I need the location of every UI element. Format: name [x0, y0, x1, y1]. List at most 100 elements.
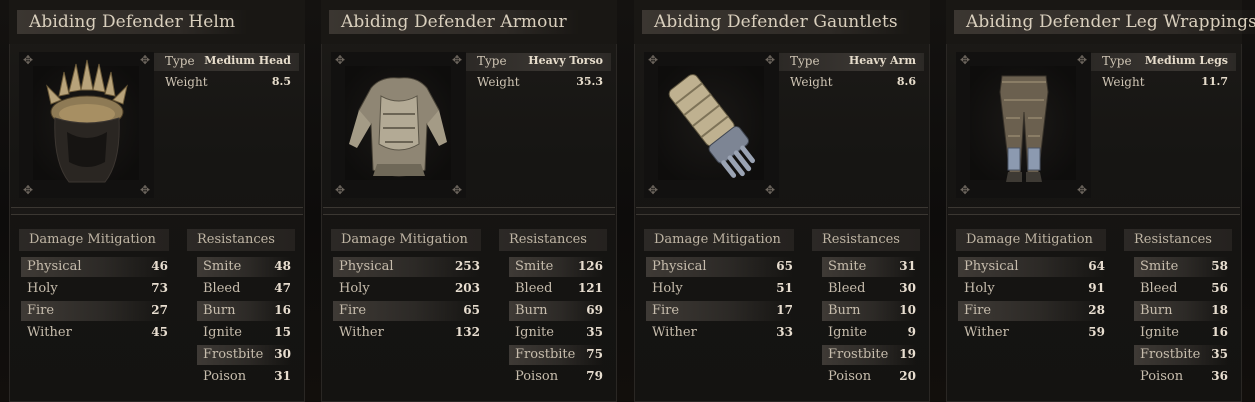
stat-label: Fire	[964, 303, 992, 318]
item-card-helm[interactable]: Abiding Defender Helm ✥ ✥ ✥ ✥ Type Mediu…	[9, 0, 305, 402]
stat-value: 36	[1211, 369, 1228, 383]
damage-mitigation-label: Damage Mitigation	[966, 232, 1093, 247]
weight-row: Weight 8.5	[154, 74, 299, 92]
stat-label: Wither	[652, 325, 697, 340]
stat-label: Ignite	[203, 325, 242, 340]
type-label: Type	[790, 54, 820, 68]
stat-label: Poison	[203, 369, 247, 384]
weight-label: Weight	[165, 75, 208, 89]
type-value: Medium Head	[204, 54, 291, 67]
stat-value: 30	[274, 347, 291, 361]
stat-label: Holy	[652, 281, 683, 296]
stat-value: 45	[151, 325, 168, 339]
resistance-ignite: Ignite 35	[509, 323, 603, 343]
type-row: Type Medium Head	[154, 53, 299, 71]
resistances-header: Resistances	[812, 229, 920, 251]
stat-label: Frostbite	[515, 347, 576, 362]
stat-value: 64	[1088, 259, 1105, 273]
stat-value: 19	[899, 347, 916, 361]
stat-label: Fire	[339, 303, 367, 318]
stat-value: 126	[577, 259, 603, 273]
type-label: Type	[1102, 54, 1132, 68]
stat-value: 75	[586, 347, 603, 361]
resistance-burn: Burn 16	[197, 301, 291, 321]
stat-value: 16	[1211, 325, 1228, 339]
damage-mitigation-header: Damage Mitigation	[644, 229, 794, 251]
stat-value: 65	[776, 259, 793, 273]
stat-value: 31	[274, 369, 291, 383]
item-comparison-panel: Abiding Defender Helm ✥ ✥ ✥ ✥ Type Mediu…	[0, 0, 1255, 402]
weight-value: 8.5	[271, 75, 291, 88]
resistance-ignite: Ignite 9	[822, 323, 916, 343]
mitigation-wither: Wither 132	[333, 323, 480, 343]
type-value: Medium Legs	[1144, 54, 1228, 67]
resistance-smite: Smite 58	[1134, 257, 1228, 277]
stat-label: Poison	[828, 369, 872, 384]
stat-value: 10	[899, 303, 916, 317]
resistance-poison: Poison 36	[1134, 367, 1228, 387]
resistance-burn: Burn 10	[822, 301, 916, 321]
type-label: Type	[477, 54, 507, 68]
stat-value: 132	[454, 325, 480, 339]
weight-row: Weight 8.6	[779, 74, 924, 92]
stat-value: 46	[151, 259, 168, 273]
resistance-smite: Smite 126	[509, 257, 603, 277]
stat-label: Frostbite	[828, 347, 889, 362]
leg-wrappings-icon	[999, 75, 1049, 182]
stat-value: 33	[776, 325, 793, 339]
stat-value: 47	[274, 281, 291, 295]
type-value: Heavy Torso	[528, 54, 603, 67]
resistances-header: Resistances	[1124, 229, 1232, 251]
resistance-poison: Poison 79	[509, 367, 603, 387]
stat-label: Physical	[964, 259, 1019, 274]
item-portrait: ✥ ✥ ✥ ✥	[644, 52, 779, 198]
resistance-bleed: Bleed 47	[197, 279, 291, 299]
resistance-frostbite: Frostbite 30	[197, 345, 291, 365]
type-label: Type	[165, 54, 195, 68]
mitigation-fire: Fire 17	[646, 301, 793, 321]
stat-value: 56	[1211, 281, 1228, 295]
stat-value: 59	[1088, 325, 1105, 339]
resistance-ignite: Ignite 15	[197, 323, 291, 343]
stat-value: 16	[274, 303, 291, 317]
stat-label: Burn	[203, 303, 236, 318]
stat-label: Wither	[27, 325, 72, 340]
resistances-label: Resistances	[1134, 232, 1212, 247]
damage-mitigation-header: Damage Mitigation	[331, 229, 481, 251]
stat-label: Wither	[339, 325, 384, 340]
item-card-armour[interactable]: Abiding Defender Armour ✥ ✥ ✥ ✥ Type Hea…	[321, 0, 617, 402]
stat-value: 20	[899, 369, 916, 383]
type-value: Heavy Arm	[848, 54, 916, 67]
mitigation-holy: Holy 73	[21, 279, 168, 299]
mitigation-holy: Holy 203	[333, 279, 480, 299]
mitigation-fire: Fire 27	[21, 301, 168, 321]
section-divider	[636, 207, 928, 215]
stat-value: 79	[586, 369, 603, 383]
resistance-smite: Smite 48	[197, 257, 291, 277]
damage-mitigation-label: Damage Mitigation	[29, 232, 156, 247]
stat-value: 51	[776, 281, 793, 295]
stat-label: Smite	[203, 259, 242, 274]
stat-label: Wither	[964, 325, 1009, 340]
mitigation-holy: Holy 91	[958, 279, 1105, 299]
weight-row: Weight 35.3	[466, 74, 611, 92]
stat-label: Burn	[515, 303, 548, 318]
stat-label: Bleed	[828, 281, 866, 296]
stat-label: Ignite	[515, 325, 554, 340]
stat-label: Smite	[828, 259, 867, 274]
item-portrait: ✥ ✥ ✥ ✥	[956, 52, 1091, 198]
stat-value: 35	[586, 325, 603, 339]
item-card-gauntlets[interactable]: Abiding Defender Gauntlets ✥ ✥ ✥ ✥ Type …	[634, 0, 930, 402]
stat-value: 18	[1211, 303, 1228, 317]
mitigation-wither: Wither 33	[646, 323, 793, 343]
resistances-label: Resistances	[509, 232, 587, 247]
stat-value: 17	[776, 303, 793, 317]
type-row: Type Heavy Torso	[466, 53, 611, 71]
item-card-leg-wrappings[interactable]: Abiding Defender Leg Wrappings ✥ ✥ ✥ ✥ T…	[946, 0, 1255, 402]
resistances-label: Resistances	[822, 232, 900, 247]
weight-value: 11.7	[1201, 75, 1228, 88]
stat-label: Bleed	[515, 281, 553, 296]
section-divider	[323, 207, 615, 215]
type-row: Type Heavy Arm	[779, 53, 924, 71]
mitigation-physical: Physical 46	[21, 257, 168, 277]
